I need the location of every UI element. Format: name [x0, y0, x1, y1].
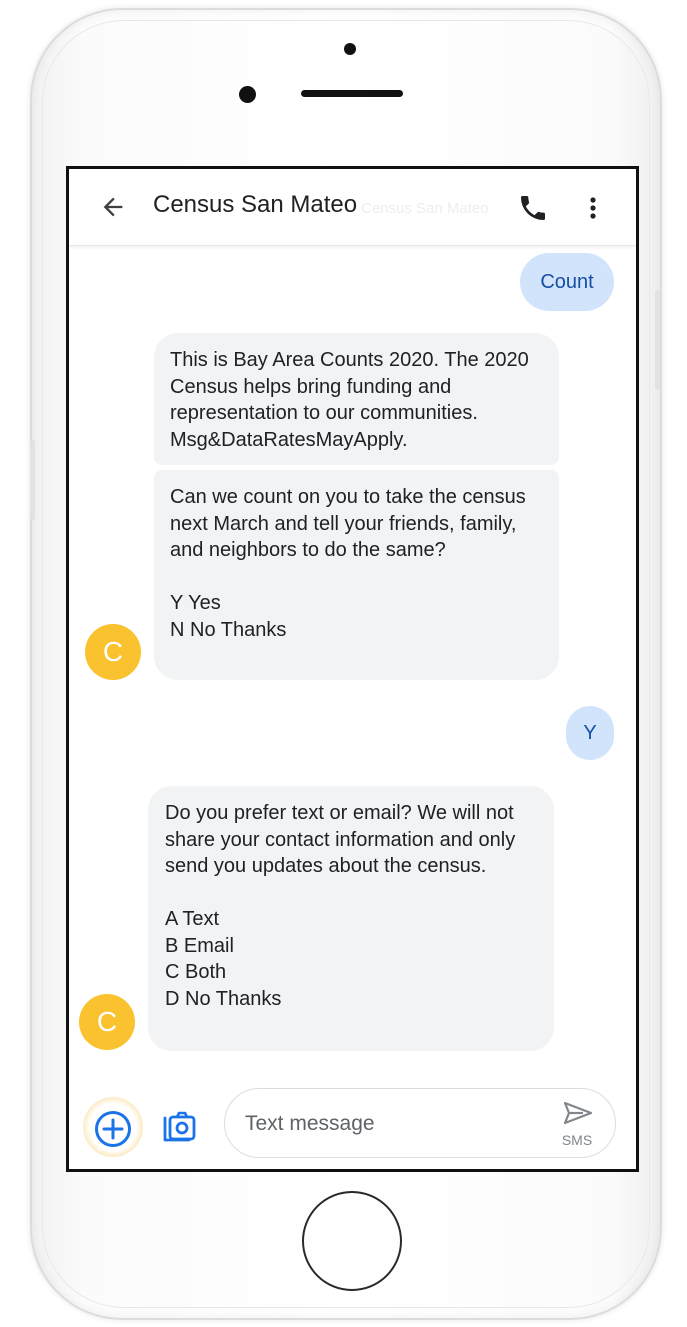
- phone-icon[interactable]: [517, 192, 549, 224]
- front-camera: [239, 86, 256, 103]
- side-button: [655, 290, 660, 390]
- message-bubble-incoming[interactable]: Can we count on you to take the census n…: [154, 470, 559, 680]
- message-bubble-incoming[interactable]: This is Bay Area Counts 2020. The 2020 C…: [154, 333, 559, 465]
- send-icon: [563, 1101, 593, 1125]
- message-bubble-incoming[interactable]: Do you prefer text or email? We will not…: [148, 786, 554, 1051]
- message-bubble-outgoing[interactable]: Y: [566, 706, 614, 760]
- add-circle-icon[interactable]: [93, 1109, 133, 1149]
- proximity-sensor: [344, 43, 356, 55]
- sender-avatar[interactable]: C: [85, 624, 141, 680]
- message-text-input[interactable]: [245, 1107, 525, 1141]
- conversation-header: Census San Mateo Census San Mateo: [69, 169, 636, 246]
- arrow-back-icon[interactable]: [99, 193, 127, 221]
- send-button[interactable]: SMS: [557, 1099, 597, 1149]
- side-button: [30, 440, 35, 520]
- conversation-subtitle-ghost: Census San Mateo: [361, 200, 489, 217]
- message-bubble-outgoing[interactable]: Count: [520, 253, 614, 311]
- earpiece-speaker: [301, 90, 403, 97]
- camera-gallery-icon[interactable]: [159, 1107, 199, 1147]
- message-input-field[interactable]: SMS: [224, 1088, 616, 1158]
- send-mode-label: SMS: [561, 1132, 593, 1148]
- conversation-title: Census San Mateo: [153, 191, 358, 218]
- home-button[interactable]: [302, 1191, 402, 1291]
- phone-screen: Census San Mateo Census San Mateo Count …: [66, 166, 639, 1172]
- message-composer: SMS: [69, 1077, 636, 1167]
- more-vert-icon[interactable]: [581, 192, 605, 224]
- sender-avatar[interactable]: C: [79, 994, 135, 1050]
